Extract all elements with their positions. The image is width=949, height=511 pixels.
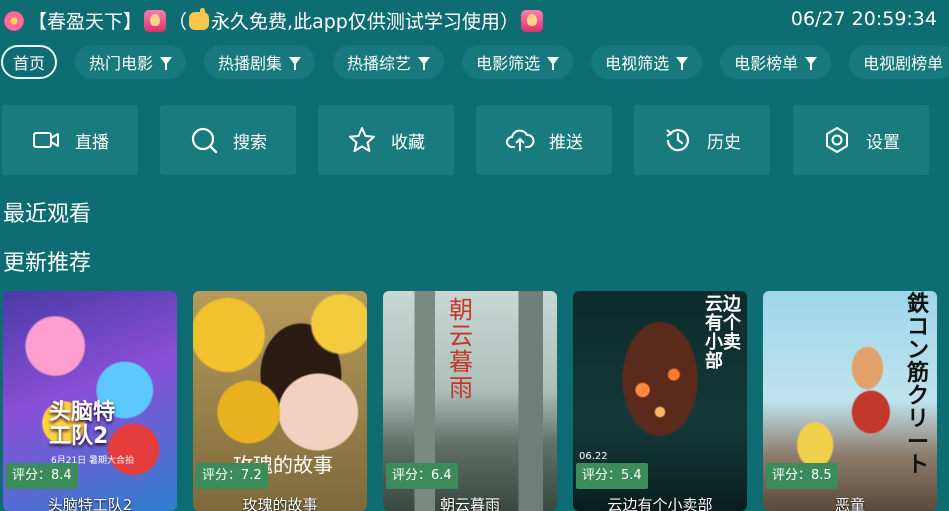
tab-tv-chart[interactable]: 电视剧榜单 <box>849 45 949 79</box>
status-bar: 【春盈天下】 （ 永久免费,此app仅供测试学习使用） 06/27 20:59:… <box>0 0 949 42</box>
rating-label: 评分： <box>202 468 242 483</box>
card-title: 朝云暮雨 <box>439 496 500 511</box>
title-notice: 永久免费,此app仅供测试学习使用） <box>211 11 519 33</box>
rating-value: 8.5 <box>811 468 832 483</box>
live-button[interactable]: 直播 <box>2 105 138 175</box>
rating-badge: 评分：6.4 <box>386 463 458 489</box>
settings-button[interactable]: 设置 <box>793 105 929 175</box>
tab-label: 首页 <box>13 54 46 73</box>
tab-label: 热播剧集 <box>218 54 283 73</box>
recommend-list: 头脑特工队2 6月21日 暑期大合拍 评分：8.4 头脑特工队2 玫瑰的故事 评… <box>0 291 949 511</box>
filter-icon <box>160 57 173 70</box>
poster-date: 06.22 <box>579 451 608 462</box>
rating-value: 5.4 <box>621 468 642 483</box>
celebrate-icon <box>144 9 167 32</box>
tab-home[interactable]: 首页 <box>1 45 58 79</box>
tab-hot-movies[interactable]: 热门电影 <box>75 45 187 79</box>
favorites-button[interactable]: 收藏 <box>318 105 454 175</box>
rating-badge: 评分：8.5 <box>766 463 838 489</box>
action-label: 设置 <box>866 132 900 153</box>
tab-hot-series[interactable]: 热播剧集 <box>204 45 316 79</box>
flower-icon <box>4 10 24 31</box>
action-label: 收藏 <box>391 132 425 153</box>
pointing-hand-icon <box>189 7 210 30</box>
rating-value: 6.4 <box>431 468 452 483</box>
rating-badge: 评分：5.4 <box>576 463 648 489</box>
history-icon <box>666 129 690 152</box>
category-tabs: 首页 热门电影 热播剧集 热播综艺 电影筛选 电视筛选 电影榜单 电视剧榜单 <box>0 45 949 81</box>
history-button[interactable]: 历史 <box>634 105 770 175</box>
tab-label: 电影榜单 <box>734 54 799 73</box>
action-label: 搜索 <box>233 132 267 153</box>
tab-label: 热播综艺 <box>347 54 412 73</box>
rating-value: 8.4 <box>51 468 72 483</box>
tab-hot-variety[interactable]: 热播综艺 <box>333 45 445 79</box>
app-title: 【春盈天下】 （ 永久免费,此app仅供测试学习使用） <box>4 7 545 34</box>
poster-title: 头脑特工队2 <box>49 400 116 449</box>
clock: 06/27 20:59:34 <box>790 8 937 30</box>
gear-icon <box>826 127 848 153</box>
cloud-upload-icon <box>506 129 535 151</box>
filter-icon <box>676 57 689 70</box>
poster-title: 鉄コン筋クリート <box>907 292 930 478</box>
card-title: 云边有个小卖部 <box>607 496 713 511</box>
rating-value: 7.2 <box>241 468 262 483</box>
card-title: 玫瑰的故事 <box>242 496 318 511</box>
rating-badge: 评分：8.4 <box>6 463 78 489</box>
rating-label: 评分： <box>772 468 812 483</box>
movie-card-rose-story[interactable]: 玫瑰的故事 评分：7.2 玫瑰的故事 <box>193 291 367 511</box>
rating-badge: 评分：7.2 <box>196 463 268 489</box>
push-button[interactable]: 推送 <box>476 105 612 175</box>
recently-watched-heading: 最近观看 <box>3 202 92 227</box>
title-brand: 【春盈天下】 <box>28 11 143 33</box>
search-icon <box>191 127 218 154</box>
tab-movie-filter[interactable]: 电影筛选 <box>462 45 574 79</box>
movie-card-cloud-edge-shop[interactable]: 云边有个小卖部 06.22 评分：5.4 云边有个小卖部 <box>573 291 747 511</box>
tab-label: 热门电影 <box>89 54 154 73</box>
filter-icon <box>805 57 818 70</box>
filter-icon <box>547 57 560 70</box>
card-title: 恶童 <box>834 496 865 511</box>
action-label: 直播 <box>75 132 109 153</box>
filter-icon <box>289 57 302 70</box>
search-button[interactable]: 搜索 <box>160 105 296 175</box>
tab-label: 电视筛选 <box>605 54 670 73</box>
tab-tv-filter[interactable]: 电视筛选 <box>591 45 703 79</box>
star-icon <box>349 127 375 152</box>
movie-card-tekkonkinkreet[interactable]: 鉄コン筋クリート 评分：8.5 恶童 <box>763 291 937 511</box>
poster-title: 云边有个小卖部 <box>705 294 741 372</box>
tab-label: 电视剧榜单 <box>863 54 944 73</box>
tab-label: 电影筛选 <box>476 54 541 73</box>
poster-title: 朝云暮雨 <box>449 296 473 402</box>
movie-card-morning-cloud[interactable]: 朝云暮雨 评分：6.4 朝云暮雨 <box>383 291 557 511</box>
card-title: 头脑特工队2 <box>47 496 133 511</box>
filter-icon <box>418 57 431 70</box>
celebrate-icon <box>520 9 543 32</box>
action-label: 历史 <box>707 132 741 153</box>
rating-label: 评分： <box>12 468 52 483</box>
recommendations-heading: 更新推荐 <box>3 251 92 276</box>
video-camera-icon <box>33 132 59 148</box>
tab-movie-chart[interactable]: 电影榜单 <box>720 45 832 79</box>
movie-card-inside-out-2[interactable]: 头脑特工队2 6月21日 暑期大合拍 评分：8.4 头脑特工队2 <box>3 291 177 511</box>
rating-label: 评分： <box>392 468 432 483</box>
action-label: 推送 <box>549 132 583 153</box>
rating-label: 评分： <box>582 468 622 483</box>
title-paren: （ <box>168 11 188 33</box>
